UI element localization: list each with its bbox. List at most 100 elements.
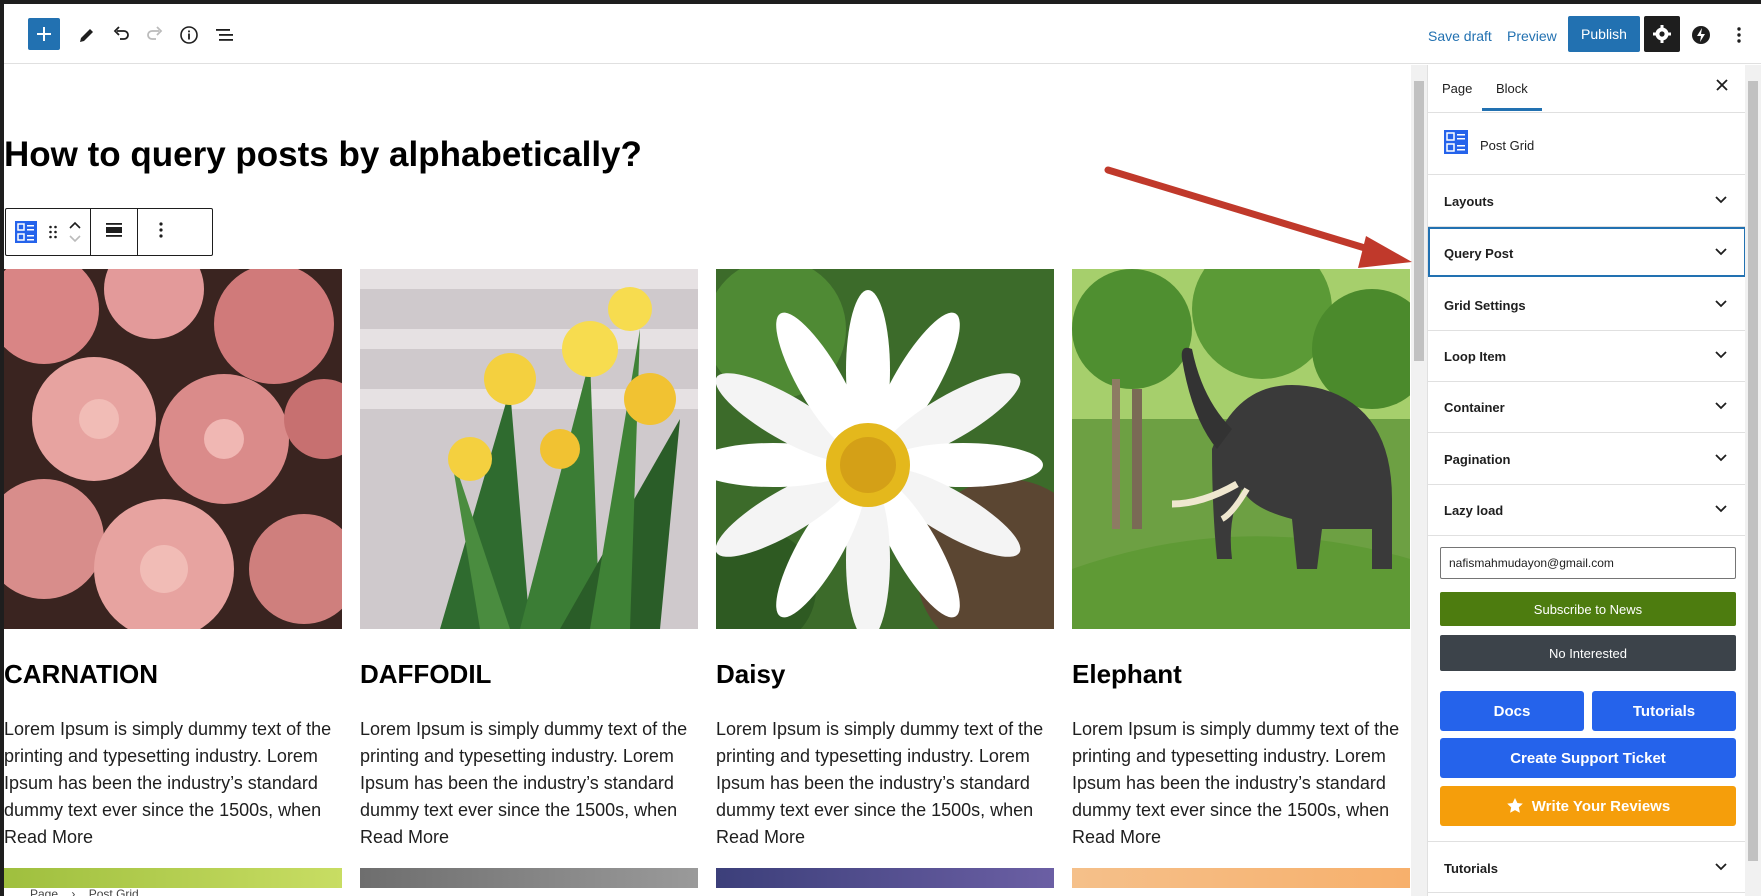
redo-button[interactable]	[138, 18, 172, 52]
more-vertical-icon	[159, 221, 163, 238]
more-group	[138, 209, 184, 255]
list-view-icon	[216, 29, 233, 41]
panel-layouts[interactable]: Layouts	[1428, 175, 1746, 227]
breadcrumb: Page › Post Grid	[4, 887, 139, 896]
post-thumbnail-next[interactable]	[716, 868, 1054, 888]
align-button[interactable]	[105, 222, 123, 243]
write-reviews-button[interactable]: Write Your Reviews	[1440, 786, 1736, 826]
jetpack-button[interactable]	[1684, 18, 1718, 52]
post-excerpt: Lorem Ipsum is simply dummy text of the …	[716, 719, 1044, 820]
panel-label: Container	[1444, 400, 1505, 415]
settings-sidebar: Page Block Post Grid Layouts Query Post …	[1427, 65, 1746, 896]
panel-loop-item[interactable]: Loop Item	[1428, 330, 1746, 382]
write-reviews-label: Write Your Reviews	[1531, 797, 1671, 815]
move-up-icon[interactable]	[68, 221, 82, 229]
post-title[interactable]: CARNATION	[4, 659, 342, 690]
post-grid-icon	[15, 221, 37, 243]
options-button[interactable]	[1722, 18, 1756, 52]
star-icon	[1506, 798, 1523, 813]
post-title[interactable]: Daisy	[716, 659, 1054, 690]
move-down-icon[interactable]	[68, 235, 82, 243]
panel-container[interactable]: Container	[1428, 381, 1746, 433]
chevron-down-icon	[1715, 454, 1727, 462]
post-thumbnail-elephant[interactable]	[1072, 269, 1410, 629]
info-icon	[180, 26, 198, 44]
editor-toolbar: Save draft Preview Publish	[4, 4, 1761, 64]
close-sidebar-button[interactable]	[1715, 78, 1729, 97]
post-excerpt: Lorem Ipsum is simply dummy text of the …	[4, 719, 332, 820]
sidebar-scrollbar[interactable]	[1745, 65, 1761, 896]
post-thumbnail-carnation[interactable]	[4, 269, 342, 629]
post-thumbnail-daffodil[interactable]	[360, 269, 698, 629]
chevron-down-icon	[1715, 863, 1727, 871]
post-thumbnail-daisy[interactable]	[716, 269, 1054, 629]
email-field[interactable]	[1440, 547, 1736, 579]
page-title[interactable]: How to query posts by alphabetically?	[4, 135, 642, 175]
editor-scrollbar[interactable]	[1411, 65, 1427, 896]
post-thumbnail-next[interactable]	[4, 868, 342, 888]
tools-button[interactable]	[70, 18, 104, 52]
panel-lazy-load[interactable]: Lazy load	[1428, 484, 1746, 536]
post-thumbnail-next[interactable]	[1072, 868, 1410, 888]
settings-button[interactable]	[1644, 16, 1680, 52]
breadcrumb-block[interactable]: Post Grid	[89, 887, 139, 896]
tutorials-button[interactable]: Tutorials	[1592, 691, 1736, 731]
read-more-link[interactable]: Read More	[716, 824, 1054, 851]
redo-icon	[147, 26, 163, 40]
close-icon	[1716, 79, 1728, 91]
block-toolbar	[5, 208, 213, 256]
save-draft-button[interactable]: Save draft	[1428, 28, 1492, 44]
tab-block[interactable]: Block	[1482, 81, 1542, 111]
block-switcher-button[interactable]	[14, 220, 38, 244]
panel-query-post[interactable]: Query Post	[1428, 227, 1746, 277]
panel-tutorials[interactable]: Tutorials	[1428, 841, 1746, 893]
panel-label: Loop Item	[1444, 349, 1507, 364]
undo-button[interactable]	[104, 18, 138, 52]
post-title[interactable]: Elephant	[1072, 659, 1410, 690]
panel-label: Lazy load	[1444, 503, 1504, 518]
breadcrumb-separator: ›	[71, 887, 76, 896]
create-support-ticket-button[interactable]: Create Support Ticket	[1440, 738, 1736, 778]
sidebar-scrollbar-thumb[interactable]	[1748, 81, 1758, 861]
block-name: Post Grid	[1480, 138, 1535, 153]
read-more-link[interactable]: Read More	[4, 824, 342, 851]
no-interested-button[interactable]: No Interested	[1440, 635, 1736, 671]
post-title[interactable]: DAFFODIL	[360, 659, 698, 690]
drag-icon	[49, 225, 57, 239]
details-button[interactable]	[172, 18, 206, 52]
add-block-button[interactable]	[28, 18, 60, 50]
block-options-button[interactable]	[158, 221, 164, 244]
breadcrumb-page[interactable]: Page	[30, 887, 58, 896]
post-card: Elephant Lorem Ipsum is simply dummy tex…	[1072, 269, 1410, 851]
block-card: Post Grid	[1428, 113, 1746, 175]
post-card: Daisy Lorem Ipsum is simply dummy text o…	[716, 269, 1054, 851]
chevron-down-icon	[1715, 196, 1727, 204]
panel-label: Tutorials	[1444, 861, 1498, 876]
tab-page[interactable]: Page	[1442, 81, 1472, 96]
preview-button[interactable]: Preview	[1507, 28, 1557, 44]
panel-label: Layouts	[1444, 194, 1494, 209]
read-more-link[interactable]: Read More	[360, 824, 698, 851]
drag-handle[interactable]	[44, 224, 62, 240]
panel-label: Pagination	[1444, 452, 1511, 467]
panel-grid-settings[interactable]: Grid Settings	[1428, 279, 1746, 331]
chevron-down-icon	[1715, 300, 1727, 308]
gear-icon	[1653, 25, 1671, 43]
post-card: DAFFODIL Lorem Ipsum is simply dummy tex…	[360, 269, 698, 851]
sidebar-tabs: Page Block	[1428, 65, 1746, 113]
editor-scrollbar-thumb[interactable]	[1414, 81, 1424, 361]
list-view-button[interactable]	[208, 18, 242, 52]
subscribe-button[interactable]: Subscribe to News	[1440, 592, 1736, 626]
read-more-link[interactable]: Read More	[1072, 824, 1410, 851]
post-excerpt: Lorem Ipsum is simply dummy text of the …	[1072, 719, 1400, 820]
publish-button[interactable]: Publish	[1568, 16, 1640, 52]
post-thumbnail-next[interactable]	[360, 868, 698, 888]
chevron-down-icon	[1715, 351, 1727, 359]
editor-canvas: How to query posts by alphabetically? CA…	[4, 65, 1411, 896]
panel-pagination[interactable]: Pagination	[1428, 433, 1746, 485]
docs-button[interactable]: Docs	[1440, 691, 1584, 731]
move-buttons	[68, 221, 82, 243]
more-vertical-icon	[1737, 27, 1741, 43]
post-card: CARNATION Lorem Ipsum is simply dummy te…	[4, 269, 342, 851]
panel-label: Grid Settings	[1444, 298, 1526, 313]
